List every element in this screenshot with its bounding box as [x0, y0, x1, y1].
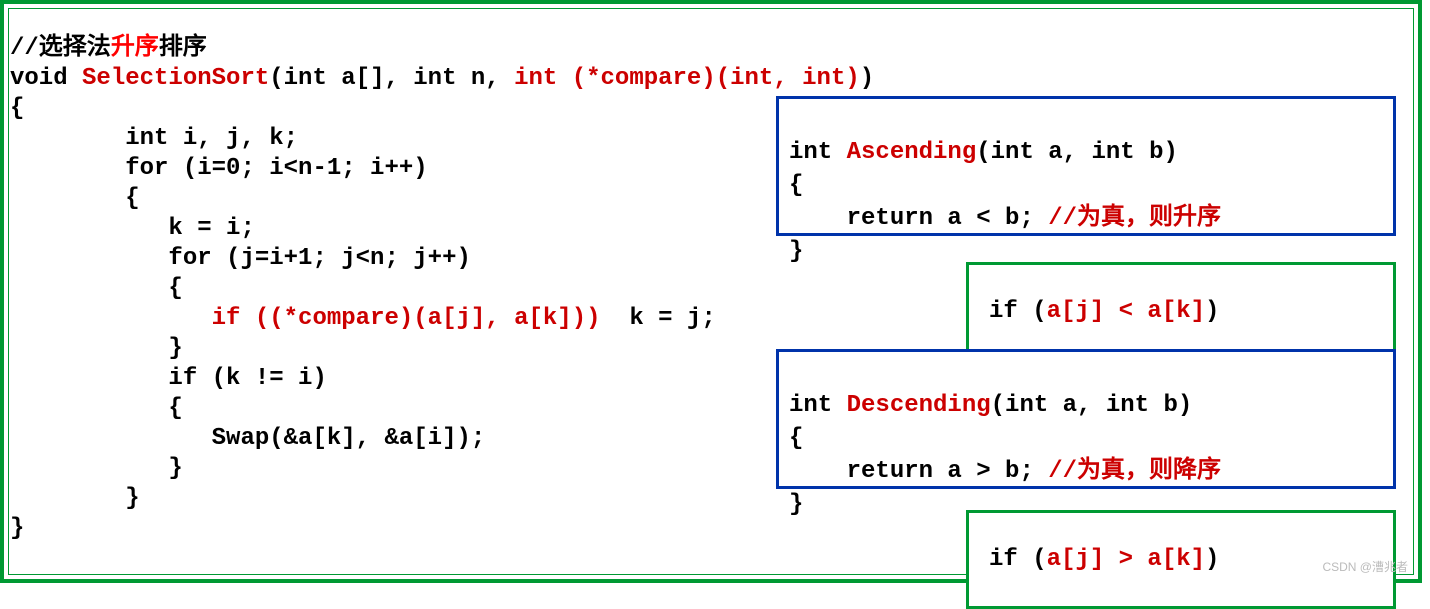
descending-box: int Descending(int a, int b) { return a … [776, 349, 1396, 489]
desc-brace-close: } [789, 491, 803, 518]
brace-open: { [10, 95, 24, 122]
cond2-close: ) [1205, 546, 1219, 573]
fn-ptr-param: int (*compare)(int, int) [514, 65, 860, 92]
sig-close: ) [860, 65, 874, 92]
swap-brace-close: } [10, 455, 183, 482]
desc-fn-name: Descending [847, 392, 991, 419]
sig-part1: (int a[], int n, [269, 65, 514, 92]
inner-brace-open: { [10, 275, 183, 302]
diagram-frame: //选择法升序排序 void SelectionSort(int a[], in… [0, 0, 1422, 583]
desc-return: return a > b; [789, 458, 1034, 485]
comment-suffix: 排序 [159, 35, 207, 62]
asc-brace-open: { [789, 172, 803, 199]
asc-comment: //为真，则升序 [1034, 205, 1221, 232]
k-assign: k = i; [10, 215, 255, 242]
cond2-if: if ( [989, 546, 1047, 573]
fn-name: SelectionSort [82, 65, 269, 92]
main-code-block: //选择法升序排序 void SelectionSort(int a[], in… [10, 4, 874, 574]
outer-for: for (i=0; i<n-1; i++) [10, 155, 428, 182]
swap-brace-open: { [10, 395, 183, 422]
cond1-close: ) [1205, 298, 1219, 325]
asc-brace-close: } [789, 238, 803, 265]
if-k-not-i: if (k != i) [10, 365, 327, 392]
outer-brace-open: { [10, 185, 140, 212]
ascending-box: int Ascending(int a, int b) { return a <… [776, 96, 1396, 236]
if-body: k = j; [601, 305, 716, 332]
cond2-expr: a[j] > a[k] [1047, 546, 1205, 573]
asc-params: (int a, int b) [976, 139, 1178, 166]
cond1-expr: a[j] < a[k] [1047, 298, 1205, 325]
comment-prefix: //选择法 [10, 35, 111, 62]
asc-int: int [789, 139, 847, 166]
asc-return: return a < b; [789, 205, 1034, 232]
if-pad [10, 305, 212, 332]
inner-for: for (j=i+1; j<n; j++) [10, 245, 471, 272]
swap-call: Swap(&a[k], &a[i]); [10, 425, 485, 452]
kw-void: void [10, 65, 82, 92]
cond-asc-box: if (a[j] < a[k]) [966, 262, 1396, 361]
comment-key: 升序 [111, 35, 159, 62]
asc-fn-name: Ascending [847, 139, 977, 166]
cond1-if: if ( [989, 298, 1047, 325]
watermark: CSDN @漕兆者 [1322, 558, 1408, 575]
decl-line: int i, j, k; [10, 125, 298, 152]
outer-brace-close: } [10, 485, 140, 512]
desc-int: int [789, 392, 847, 419]
if-compare-call: if ((*compare)(a[j], a[k])) [212, 305, 601, 332]
desc-comment: //为真，则降序 [1034, 458, 1221, 485]
fn-brace-close: } [10, 515, 24, 542]
inner-brace-close: } [10, 335, 183, 362]
desc-params: (int a, int b) [991, 392, 1193, 419]
desc-brace-open: { [789, 425, 803, 452]
